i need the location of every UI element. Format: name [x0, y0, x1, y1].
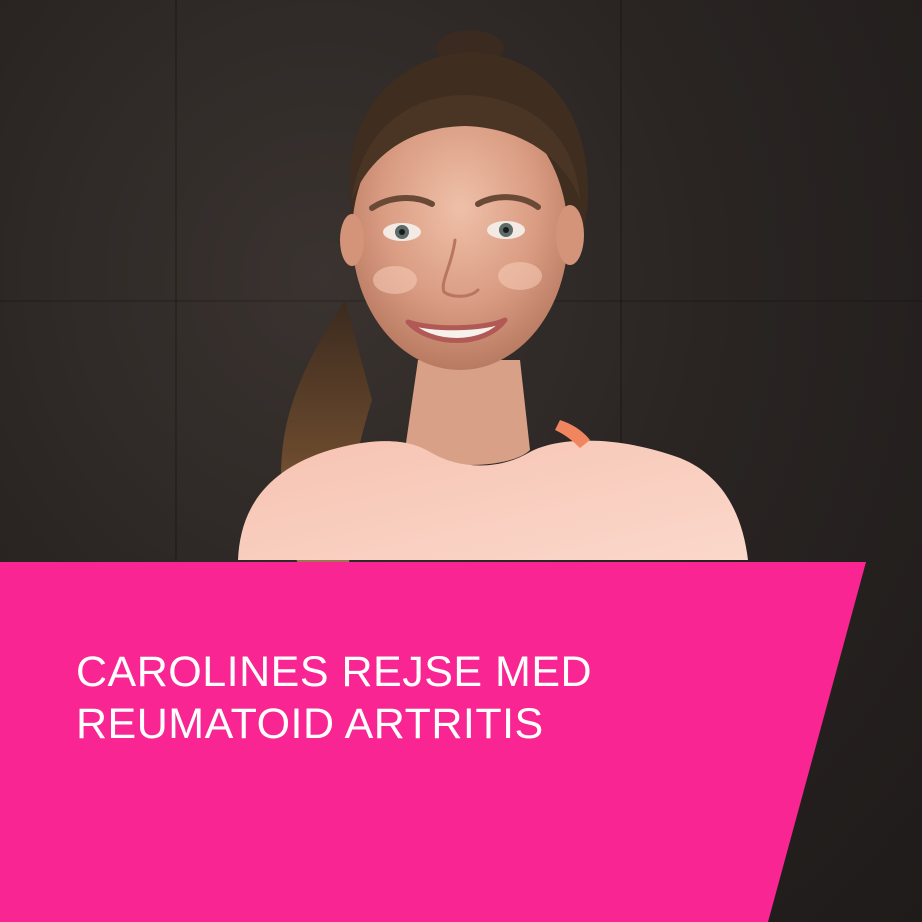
portrait-photo: [238, 30, 748, 590]
headline-line-1: CAROLINES REJSE MED: [76, 648, 593, 696]
headline-line-2: REUMATOID ARTRITIS: [76, 700, 544, 748]
photo-background: CAROLINES REJSE MED REUMATOID ARTRITIS: [0, 0, 922, 922]
ear-left: [340, 214, 364, 266]
headline: CAROLINES REJSE MED REUMATOID ARTRITIS: [76, 646, 716, 750]
ear-right: [556, 205, 584, 265]
